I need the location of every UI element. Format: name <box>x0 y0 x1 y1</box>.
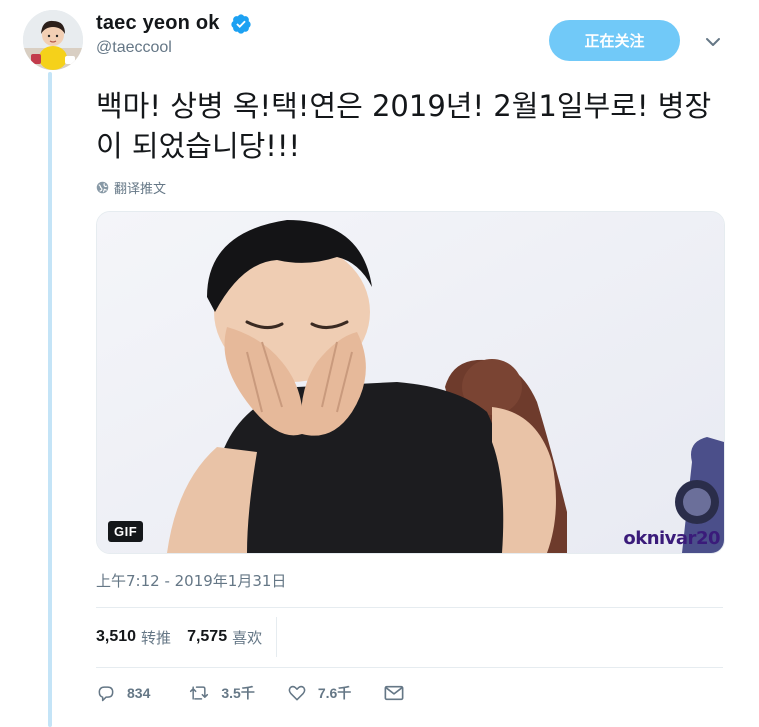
retweet-button[interactable]: 3.5千 <box>188 683 255 703</box>
envelope-icon <box>384 685 404 701</box>
divider-bottom <box>96 667 723 668</box>
display-name[interactable]: taec yeon ok <box>96 12 220 35</box>
divider-top <box>96 607 723 608</box>
tweet-timestamp[interactable]: 上午7:12 - 2019年1月31日 <box>96 570 286 591</box>
likes-count: 7,575 <box>187 628 228 645</box>
like-button[interactable]: 7.6千 <box>287 683 351 703</box>
globe-icon <box>96 181 109 194</box>
translate-tweet-link[interactable]: 翻译推文 <box>96 178 166 197</box>
translate-label[interactable]: 翻译推文 <box>114 178 166 197</box>
retweets-stat[interactable]: 3,510 转推 <box>96 627 171 648</box>
thread-line <box>48 72 52 727</box>
media-watermark: oknivar20 <box>623 528 720 549</box>
likes-stat[interactable]: 7,575 喜欢 <box>187 627 262 648</box>
gif-media[interactable]: GIF oknivar20 <box>96 211 725 554</box>
reply-button[interactable]: 834 <box>96 683 150 703</box>
tweet-actions: 834 3.5千 7.6千 <box>96 683 405 703</box>
like-count: 7.6千 <box>317 685 352 701</box>
tweet-stats: 3,510 转推 7,575 喜欢 <box>96 617 278 657</box>
stats-separator <box>276 617 278 657</box>
retweets-label: 转推 <box>141 628 172 647</box>
following-button[interactable]: 正在关注 <box>549 20 680 61</box>
likes-label: 喜欢 <box>232 628 263 647</box>
avatar-image <box>23 10 83 70</box>
direct-message-button[interactable] <box>383 683 405 703</box>
reply-count: 834 <box>127 685 151 701</box>
heart-icon <box>288 685 306 701</box>
gif-image <box>97 212 724 553</box>
reply-icon <box>98 686 114 702</box>
avatar[interactable] <box>23 10 83 70</box>
user-name-block[interactable]: taec yeon ok @taeccool <box>96 12 252 57</box>
gif-badge: GIF <box>108 521 144 542</box>
verified-badge-icon <box>231 13 251 34</box>
chevron-down-icon[interactable] <box>703 32 723 52</box>
retweet-count: 3.5千 <box>221 685 255 701</box>
retweet-icon <box>190 686 209 700</box>
retweets-count: 3,510 <box>96 628 137 645</box>
user-handle[interactable]: @taeccool <box>96 39 252 57</box>
tweet-text: 백마! 상병 옥!택!연은 2019년! 2월1일부로! 병장이 되었습니당!!… <box>96 89 712 163</box>
